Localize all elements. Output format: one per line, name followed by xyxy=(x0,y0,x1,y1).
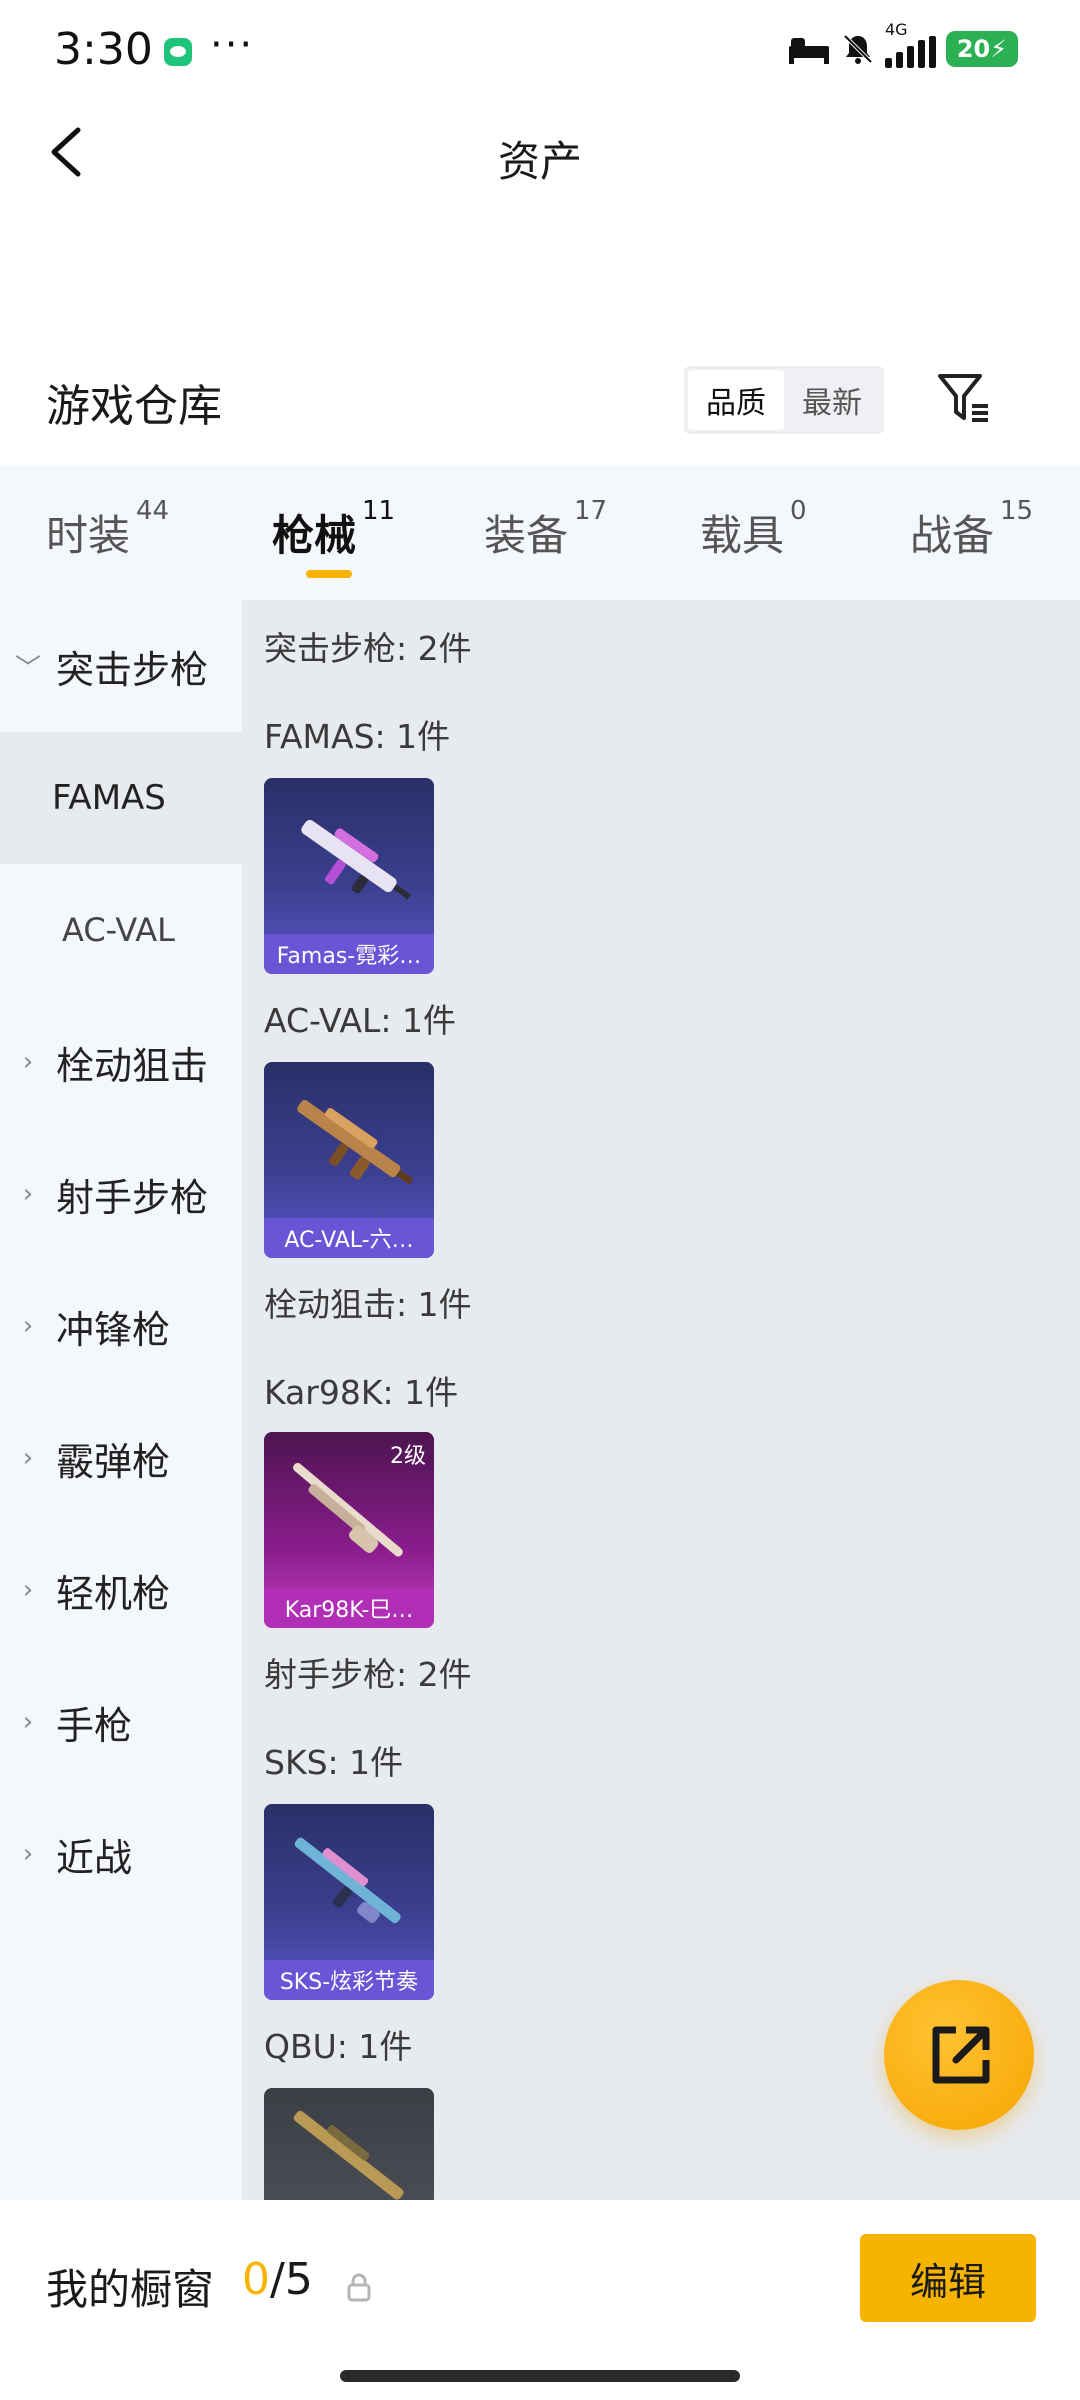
mute-bell-icon xyxy=(843,34,873,64)
tab-count: 15 xyxy=(1000,496,1034,526)
sks-rifle-image xyxy=(294,1837,401,1924)
famas-rifle-image xyxy=(301,819,412,900)
status-bar: 3:30 ··· 4G 20 ⚡ xyxy=(0,0,1080,100)
tab-vehicles[interactable]: 载具 0 xyxy=(700,496,807,563)
tab-supplies[interactable]: 战备 15 xyxy=(910,496,1033,563)
section-header: 射手步枪: 2件 xyxy=(264,1655,472,1694)
sort-toggle: 品质 最新 xyxy=(684,366,884,434)
sidebar-item-label: 射手步枪 xyxy=(56,1175,209,1220)
showcase-label: 我的橱窗 xyxy=(46,2265,215,2314)
weapon-group-header: QBU: 1件 xyxy=(264,2027,413,2066)
nav-bar: 资产 xyxy=(0,100,1080,210)
weapon-level-badge: 2级 xyxy=(390,1444,426,1469)
sidebar-item-assault-rifles[interactable]: ﹀ 突击步枪 xyxy=(0,600,242,732)
weapon-card-sks[interactable]: SKS-炫彩节奏 xyxy=(264,1804,434,2000)
showcase-current: 0 xyxy=(242,2254,270,2305)
sidebar-item-label: 手枪 xyxy=(56,1703,133,1748)
sidebar-item-lmg[interactable]: › 轻机枪 xyxy=(0,1524,242,1656)
chevron-right-icon: › xyxy=(22,1047,34,1077)
chevron-right-icon: › xyxy=(22,1311,34,1341)
sort-newest-button[interactable]: 最新 xyxy=(784,370,880,430)
section-header: 突击步枪: 2件 xyxy=(264,629,472,668)
more-notifications-icon: ··· xyxy=(210,22,255,68)
showcase-count: 0/5 xyxy=(242,2254,313,2305)
sidebar-item-label: AC-VAL xyxy=(62,911,175,949)
category-tabs: 时装 44 枪械 11 装备 17 载具 0 战备 15 xyxy=(0,466,1080,600)
status-time: 3:30 xyxy=(54,24,153,75)
weapon-card-ac-val[interactable]: AC-VAL-六… xyxy=(264,1062,434,1258)
weapon-group-header: FAMAS: 1件 xyxy=(264,717,451,756)
showcase-bar: 我的橱窗 0/5 编辑 xyxy=(0,2200,1080,2400)
weapon-card-caption: AC-VAL-六… xyxy=(264,1218,434,1258)
sidebar-item-bolt-sniper[interactable]: › 栓动狙击 xyxy=(0,996,242,1128)
sidebar-item-marksman-rifles[interactable]: › 射手步枪 xyxy=(0,1128,242,1260)
share-icon xyxy=(932,2026,990,2084)
tab-fashion[interactable]: 时装 44 xyxy=(46,496,169,563)
home-indicator[interactable] xyxy=(340,2370,740,2382)
lock-icon xyxy=(347,2273,371,2302)
wechat-notification-icon xyxy=(164,38,192,66)
sidebar-item-label: 轻机枪 xyxy=(56,1571,171,1616)
chevron-down-icon: ﹀ xyxy=(14,653,41,684)
chevron-right-icon: › xyxy=(22,1179,34,1209)
sidebar-item-label: FAMAS xyxy=(52,778,166,818)
showcase-total: /5 xyxy=(270,2254,313,2305)
chevron-right-icon: › xyxy=(22,1575,34,1605)
chevron-right-icon: › xyxy=(22,1443,34,1473)
chevron-right-icon: › xyxy=(22,1839,34,1869)
ac-val-rifle-image xyxy=(297,1100,414,1185)
active-tab-indicator xyxy=(306,570,352,578)
tab-firearms[interactable]: 枪械 11 xyxy=(272,496,395,563)
chevron-right-icon: › xyxy=(22,1707,34,1737)
battery-icon: 20 ⚡ xyxy=(946,31,1018,67)
sidebar-item-ac-val[interactable]: AC-VAL xyxy=(0,864,242,996)
weapon-list: 突击步枪: 2件 FAMAS: 1件 Famas-霓彩… AC-VAL: 1件 xyxy=(242,600,1080,2200)
signal-icon: 4G xyxy=(885,20,936,68)
weapon-card-qbu[interactable] xyxy=(264,2088,434,2200)
sidebar-item-label: 近战 xyxy=(56,1835,133,1880)
sidebar-item-label: 突击步枪 xyxy=(56,647,209,692)
edit-button[interactable]: 编辑 xyxy=(860,2234,1036,2322)
tab-count: 17 xyxy=(574,496,608,526)
sidebar-item-smg[interactable]: › 冲锋枪 xyxy=(0,1260,242,1392)
weapon-card-caption: SKS-炫彩节奏 xyxy=(264,1960,434,2000)
sidebar-item-pistols[interactable]: › 手枪 xyxy=(0,1656,242,1788)
weapon-card-famas[interactable]: Famas-霓彩… xyxy=(264,778,434,974)
sort-quality-button[interactable]: 品质 xyxy=(688,370,784,430)
warehouse-title: 游戏仓库 xyxy=(46,381,222,432)
sidebar-item-shotguns[interactable]: › 霰弹枪 xyxy=(0,1392,242,1524)
sidebar-item-label: 冲锋枪 xyxy=(56,1307,171,1352)
sidebar-item-label: 霰弹枪 xyxy=(56,1439,171,1484)
tab-count: 11 xyxy=(362,496,396,526)
status-icons: 4G 20 ⚡ xyxy=(787,20,1018,68)
weapon-card-caption: Famas-霓彩… xyxy=(264,934,434,974)
sidebar-item-famas[interactable]: FAMAS xyxy=(0,732,242,864)
bed-icon xyxy=(789,38,829,64)
network-type: 4G xyxy=(885,20,908,39)
battery-level: 20 xyxy=(956,35,991,63)
sidebar-item-melee[interactable]: › 近战 xyxy=(0,1788,242,1920)
weapon-group-header: Kar98K: 1件 xyxy=(264,1373,459,1412)
tab-equipment[interactable]: 装备 17 xyxy=(484,496,607,563)
share-button[interactable] xyxy=(884,1980,1034,2130)
weapon-card-caption: Kar98K-巳… xyxy=(264,1588,434,1628)
tab-label: 装备 xyxy=(484,511,569,560)
tab-label: 枪械 xyxy=(272,511,357,560)
tab-label: 载具 xyxy=(700,511,785,560)
page-title: 资产 xyxy=(497,137,582,186)
qbu-rifle-image xyxy=(293,2110,404,2200)
weapon-group-header: SKS: 1件 xyxy=(264,1743,404,1782)
tab-count: 0 xyxy=(790,496,807,526)
tab-label: 战备 xyxy=(910,511,995,560)
tab-label: 时装 xyxy=(46,511,131,560)
sidebar-item-label: 栓动狙击 xyxy=(56,1043,209,1088)
weapon-group-header: AC-VAL: 1件 xyxy=(264,1001,457,1040)
section-header: 栓动狙击: 1件 xyxy=(264,1285,472,1324)
weapon-card-kar98k[interactable]: 2级 Kar98K-巳… xyxy=(264,1432,434,1628)
filter-icon[interactable] xyxy=(934,368,994,428)
tab-count: 44 xyxy=(136,496,170,526)
weapon-category-sidebar: ﹀ 突击步枪 FAMAS AC-VAL › 栓动狙击 › 射手步枪 › 冲锋枪 › 霰弹枪… xyxy=(0,600,242,2200)
